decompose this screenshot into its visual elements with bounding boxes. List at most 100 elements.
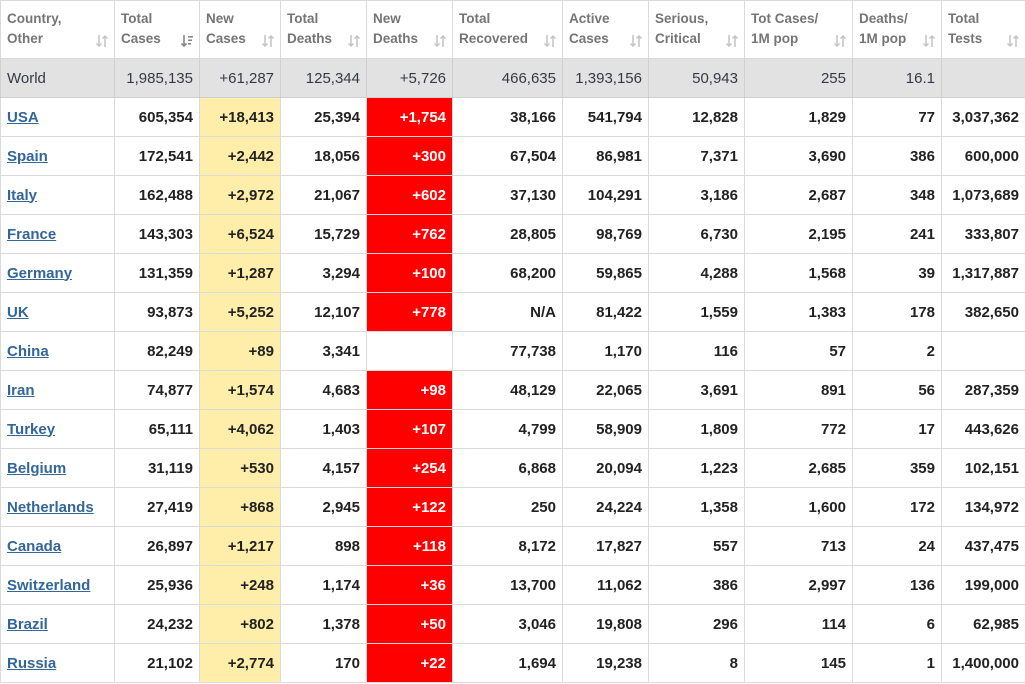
cell-deaths-per-1m: 1 <box>852 643 942 683</box>
cell-new-cases: +2,442 <box>199 136 281 176</box>
column-header-label: New <box>373 11 401 26</box>
cell-country: Switzerland <box>0 565 115 605</box>
cell-total-deaths: 3,294 <box>280 253 367 293</box>
column-header-new-deaths[interactable]: New Deaths <box>366 0 453 59</box>
cell-total-deaths: 15,729 <box>280 214 367 254</box>
column-header-tot-cases-per-1m[interactable]: Tot Cases/1M pop <box>744 0 853 59</box>
cell-serious-critical: 1,559 <box>648 292 745 332</box>
cell-deaths-per-1m: 178 <box>852 292 942 332</box>
cell-total-cases: 65,111 <box>114 409 200 449</box>
country-link[interactable]: Netherlands <box>7 499 94 516</box>
column-header-total-recovered[interactable]: Total Recovered <box>452 0 563 59</box>
table-body: World 1,985,135 +61,287 125,344 +5,726 466,63… <box>0 58 1025 683</box>
cell-serious-critical: 1,223 <box>648 448 745 488</box>
country-link[interactable]: Iran <box>7 382 35 399</box>
column-header-label: Tot Cases/ <box>751 11 819 26</box>
country-link[interactable]: Brazil <box>7 616 48 633</box>
cell-new-deaths: +50 <box>366 604 453 644</box>
column-header-label: New <box>206 11 234 26</box>
country-link[interactable]: USA <box>7 109 39 126</box>
table-row: Italy 162,488 +2,972 21,067 +602 37,130 104,29… <box>0 175 1025 215</box>
cell-total-cases: 131,359 <box>114 253 200 293</box>
cell-tot-cases-per-1m: 57 <box>744 331 853 371</box>
column-header-total-cases[interactable]: Total Cases <box>114 0 200 59</box>
country-link[interactable]: Turkey <box>7 421 55 438</box>
column-header-serious-critical[interactable]: Serious, Critical <box>648 0 745 59</box>
cell-new-cases: +61,287 <box>199 58 281 98</box>
country-link[interactable]: Switzerland <box>7 577 90 594</box>
cell-serious-critical: 4,288 <box>648 253 745 293</box>
column-header-label: 1M pop <box>859 31 907 46</box>
cell-country: Spain <box>0 136 115 176</box>
cell-total-deaths: 3,341 <box>280 331 367 371</box>
cell-total-cases: 93,873 <box>114 292 200 332</box>
cell-deaths-per-1m: 2 <box>852 331 942 371</box>
header-row: Country, Other Total Cases New Cases Total Deat… <box>0 0 1025 59</box>
cell-active-cases: 1,393,156 <box>562 58 649 98</box>
cell-active-cases: 19,238 <box>562 643 649 683</box>
cell-total-tests: 287,359 <box>941 370 1025 410</box>
cell-tot-cases-per-1m: 2,997 <box>744 565 853 605</box>
column-header-deaths-per-1m[interactable]: Deaths/1M pop <box>852 0 942 59</box>
table-row: China 82,249 +89 3,341 77,738 1,170 116 57 2 <box>0 331 1025 371</box>
country-link[interactable]: China <box>7 343 49 360</box>
cell-serious-critical: 7,371 <box>648 136 745 176</box>
column-header-country[interactable]: Country, Other <box>0 0 115 59</box>
cell-total-tests: 600,000 <box>941 136 1025 176</box>
cell-new-cases: +530 <box>199 448 281 488</box>
cell-active-cases: 24,224 <box>562 487 649 527</box>
country-link[interactable]: Germany <box>7 265 72 282</box>
column-header-label: Critical <box>655 31 701 46</box>
cell-new-deaths <box>366 331 453 371</box>
cell-serious-critical: 50,943 <box>648 58 745 98</box>
cell-tot-cases-per-1m: 1,829 <box>744 97 853 137</box>
cell-deaths-per-1m: 6 <box>852 604 942 644</box>
cell-total-recovered: 38,166 <box>452 97 563 137</box>
cell-active-cases: 59,865 <box>562 253 649 293</box>
cell-new-cases: +18,413 <box>199 97 281 137</box>
cell-total-cases: 82,249 <box>114 331 200 371</box>
cell-total-deaths: 21,067 <box>280 175 367 215</box>
column-header-new-cases[interactable]: New Cases <box>199 0 281 59</box>
cell-new-deaths: +36 <box>366 565 453 605</box>
country-link[interactable]: Spain <box>7 148 48 165</box>
cell-tot-cases-per-1m: 772 <box>744 409 853 449</box>
country-link[interactable]: Italy <box>7 187 37 204</box>
cell-tot-cases-per-1m: 713 <box>744 526 853 566</box>
cell-new-deaths: +762 <box>366 214 453 254</box>
cell-tot-cases-per-1m: 1,568 <box>744 253 853 293</box>
cell-total-recovered: 3,046 <box>452 604 563 644</box>
cell-new-deaths: +118 <box>366 526 453 566</box>
country-link[interactable]: Belgium <box>7 460 66 477</box>
cell-total-deaths: 2,945 <box>280 487 367 527</box>
cell-total-tests: 1,073,689 <box>941 175 1025 215</box>
country-link[interactable]: France <box>7 226 56 243</box>
cell-serious-critical: 12,828 <box>648 97 745 137</box>
cell-total-recovered: 28,805 <box>452 214 563 254</box>
cell-active-cases: 11,062 <box>562 565 649 605</box>
cell-serious-critical: 296 <box>648 604 745 644</box>
column-header-label: Serious, <box>655 11 709 26</box>
column-header-label: Deaths <box>373 31 419 46</box>
cell-new-deaths: +122 <box>366 487 453 527</box>
cell-tot-cases-per-1m: 1,600 <box>744 487 853 527</box>
cell-tot-cases-per-1m: 255 <box>744 58 853 98</box>
cell-deaths-per-1m: 241 <box>852 214 942 254</box>
column-header-label: Deaths/ <box>859 11 908 26</box>
country-link[interactable]: Russia <box>7 655 56 672</box>
cell-new-deaths: +254 <box>366 448 453 488</box>
column-header-active-cases[interactable]: Active Cases <box>562 0 649 59</box>
column-header-total-tests[interactable]: Total Tests <box>941 0 1025 59</box>
cell-new-deaths: +5,726 <box>366 58 453 98</box>
cell-total-recovered: 77,738 <box>452 331 563 371</box>
cell-total-deaths: 18,056 <box>280 136 367 176</box>
cell-deaths-per-1m: 359 <box>852 448 942 488</box>
cell-country: World <box>0 58 115 98</box>
country-link[interactable]: UK <box>7 304 29 321</box>
column-header-total-deaths[interactable]: Total Deaths <box>280 0 367 59</box>
cell-new-cases: +802 <box>199 604 281 644</box>
cell-total-recovered: 1,694 <box>452 643 563 683</box>
country-link[interactable]: Canada <box>7 538 61 555</box>
cell-deaths-per-1m: 77 <box>852 97 942 137</box>
cell-serious-critical: 386 <box>648 565 745 605</box>
